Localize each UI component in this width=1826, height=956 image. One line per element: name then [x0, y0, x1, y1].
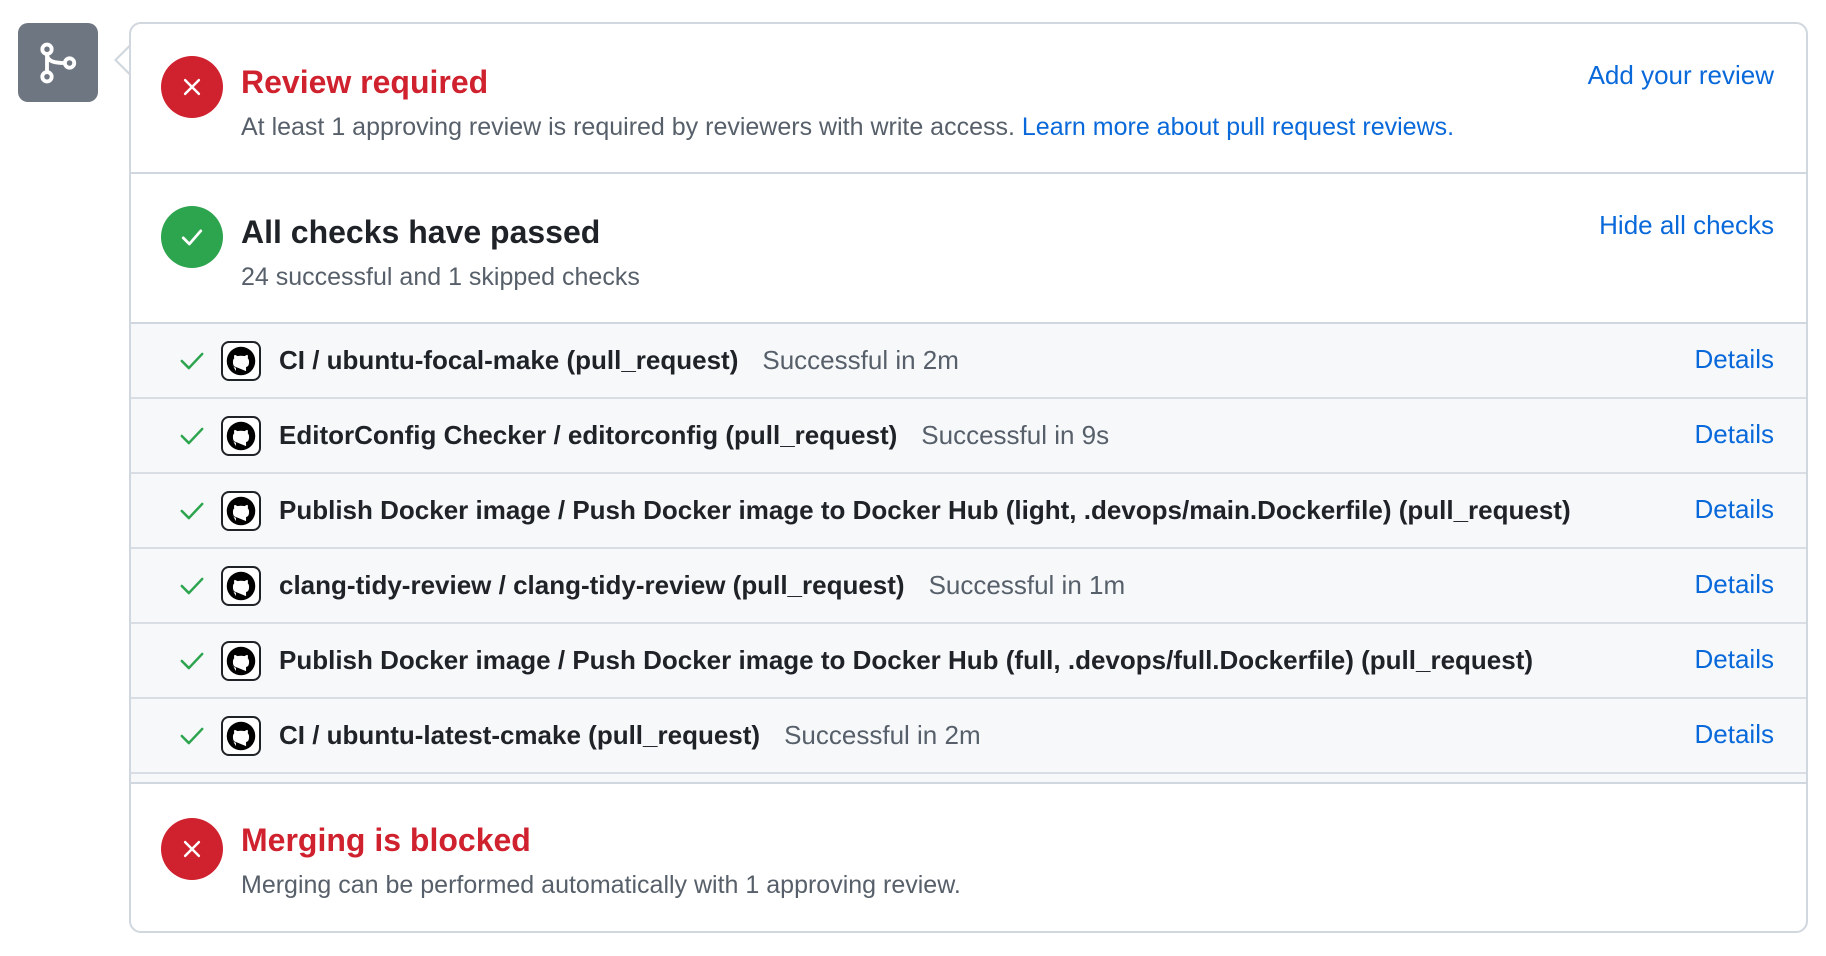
x-icon — [161, 818, 223, 880]
github-logo-icon — [226, 496, 256, 526]
review-required-desc: At least 1 approving review is required … — [241, 110, 1454, 144]
details-link[interactable]: Details — [1695, 419, 1774, 450]
x-icon — [161, 56, 223, 118]
check-status: Successful in 9s — [921, 420, 1110, 450]
checks-title: All checks have passed — [241, 214, 601, 250]
check-circle-icon — [161, 206, 223, 268]
review-required-section: Review required At least 1 approving rev… — [131, 24, 1806, 174]
details-link[interactable]: Details — [1695, 719, 1774, 750]
github-actions-avatar — [221, 341, 261, 381]
github-logo-icon — [226, 421, 256, 451]
check-row: CI / ubuntu-latest-cmake (pull_request) … — [131, 699, 1806, 774]
github-actions-avatar — [221, 716, 261, 756]
details-link[interactable]: Details — [1695, 344, 1774, 375]
panel-caret — [114, 44, 131, 76]
check-row: CI / ubuntu-focal-make (pull_request) Su… — [131, 324, 1806, 399]
github-logo-icon — [226, 721, 256, 751]
check-name: EditorConfig Checker / editorconfig (pul… — [279, 420, 898, 450]
checks-summary: 24 successful and 1 skipped checks — [241, 263, 640, 291]
check-icon — [180, 652, 204, 670]
github-actions-avatar — [221, 641, 261, 681]
check-row: Publish Docker image / Push Docker image… — [131, 624, 1806, 699]
merge-blocked-section: Merging is blocked Merging can be perfor… — [131, 784, 1806, 931]
check-row: EditorConfig Checker / editorconfig (pul… — [131, 399, 1806, 474]
git-merge-icon — [40, 42, 77, 83]
check-row: Publish Docker image / Push Docker image… — [131, 474, 1806, 549]
add-review-link[interactable]: Add your review — [1588, 60, 1774, 91]
github-logo-icon — [226, 571, 256, 601]
checks-list-scroll-edge — [131, 774, 1806, 784]
check-name: Publish Docker image / Push Docker image… — [279, 645, 1534, 675]
check-icon — [180, 352, 204, 370]
check-name: CI / ubuntu-focal-make (pull_request) — [279, 345, 739, 375]
merge-blocked-title: Merging is blocked — [241, 822, 531, 858]
check-status: Successful in 2m — [784, 720, 981, 750]
check-name: clang-tidy-review / clang-tidy-review (p… — [279, 570, 905, 600]
github-actions-avatar — [221, 416, 261, 456]
merge-box: Review required At least 1 approving rev… — [129, 22, 1808, 933]
github-logo-icon — [226, 346, 256, 376]
check-icon — [180, 577, 204, 595]
merge-blocked-desc: Merging can be performed automatically w… — [241, 871, 961, 899]
details-link[interactable]: Details — [1695, 644, 1774, 675]
check-icon — [180, 427, 204, 445]
github-logo-icon — [226, 646, 256, 676]
check-icon — [180, 727, 204, 745]
hide-checks-link[interactable]: Hide all checks — [1599, 210, 1774, 241]
learn-more-link[interactable]: Learn more about pull request reviews. — [1022, 113, 1454, 141]
merge-status-badge — [18, 23, 98, 102]
check-status: Successful in 2m — [762, 345, 959, 375]
details-link[interactable]: Details — [1695, 569, 1774, 600]
github-actions-avatar — [221, 566, 261, 606]
details-link[interactable]: Details — [1695, 494, 1774, 525]
checks-list: CI / ubuntu-focal-make (pull_request) Su… — [131, 324, 1806, 784]
check-icon — [180, 502, 204, 520]
review-required-text: At least 1 approving review is required … — [241, 113, 1015, 141]
check-name: CI / ubuntu-latest-cmake (pull_request) — [279, 720, 761, 750]
check-status: Successful in 1m — [928, 570, 1126, 600]
github-actions-avatar — [221, 491, 261, 531]
check-row: clang-tidy-review / clang-tidy-review (p… — [131, 549, 1806, 624]
review-required-title: Review required — [241, 64, 489, 100]
check-name: Publish Docker image / Push Docker image… — [279, 495, 1571, 525]
checks-section: All checks have passed 24 successful and… — [131, 174, 1806, 324]
